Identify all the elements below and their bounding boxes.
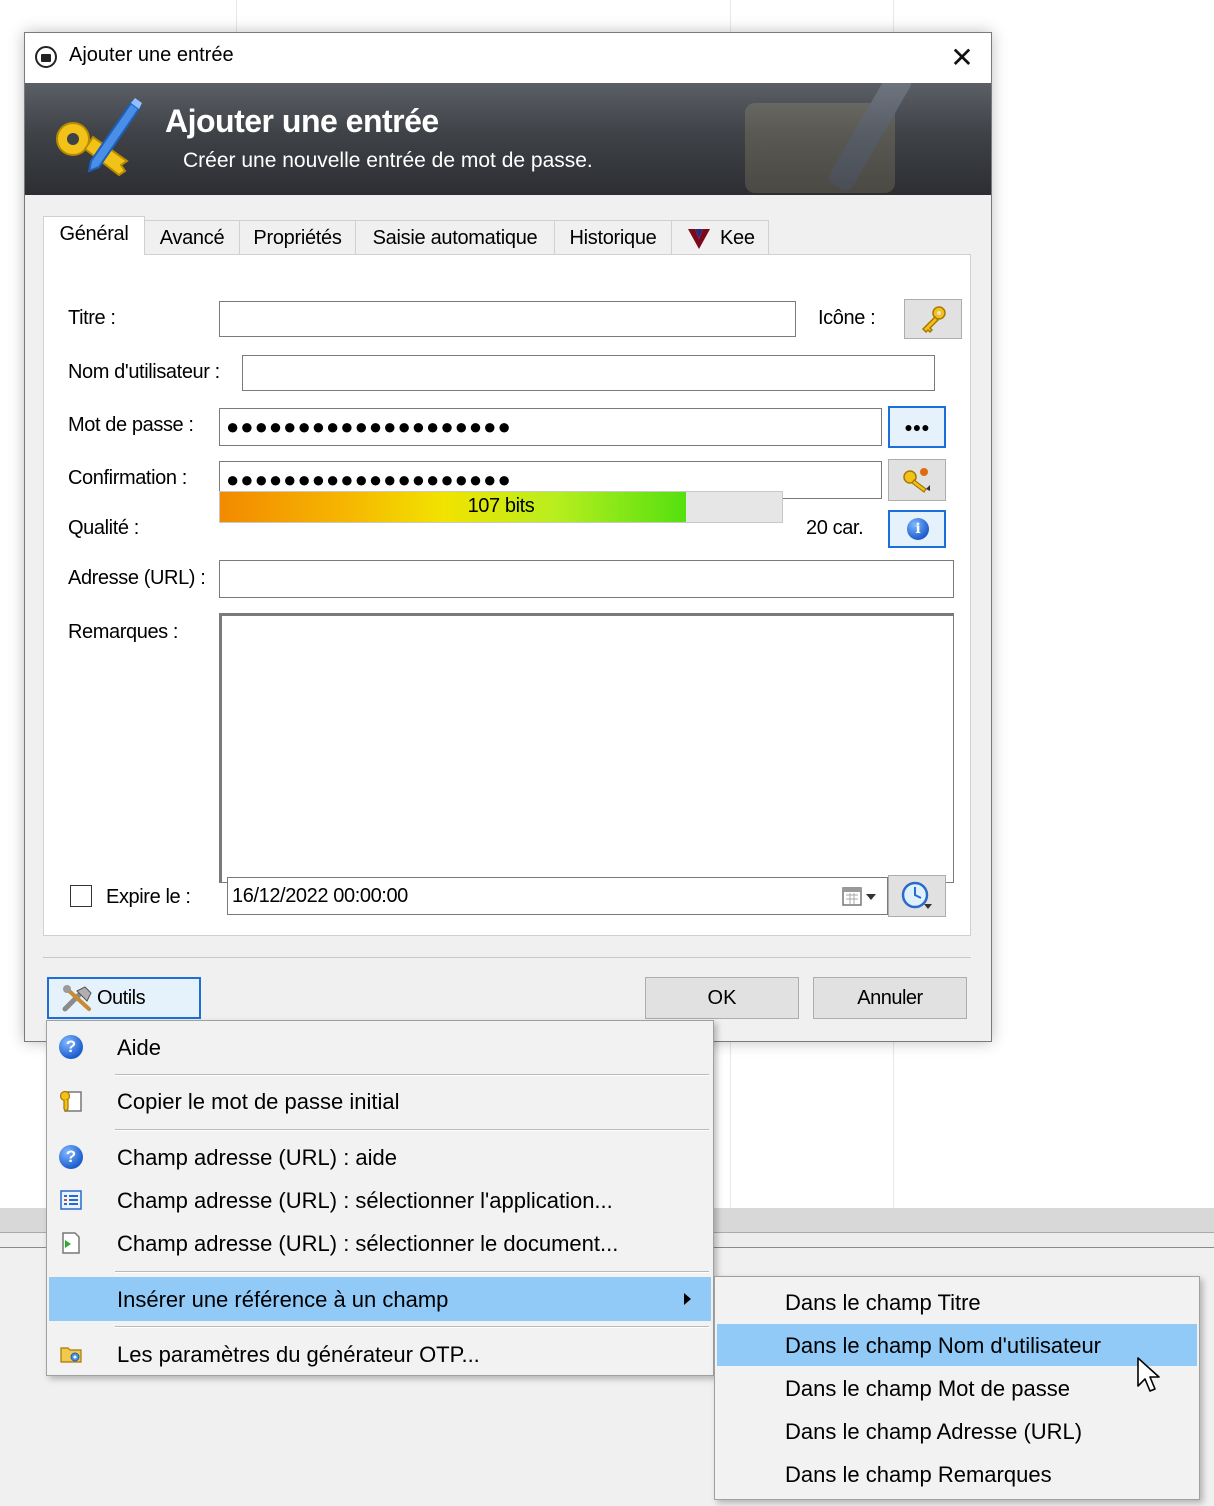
tab-general[interactable]: Général	[43, 216, 145, 255]
menu-item-label: Champ adresse (URL) : aide	[117, 1145, 398, 1170]
add-entry-dialog: Ajouter une entrée ✕ Ajouter une entrée …	[24, 32, 992, 1042]
char-count: 20 car.	[806, 517, 864, 539]
menu-item-label: Champ adresse (URL) : sélectionner le do…	[117, 1231, 619, 1256]
icon-picker-button[interactable]	[904, 299, 962, 339]
submenu-arrow-icon	[684, 1293, 691, 1305]
submenu-item-label: Dans le champ Titre	[785, 1290, 981, 1315]
expires-label: Expire le :	[106, 886, 191, 908]
quality-bits-text: 107 bits	[467, 495, 535, 517]
help-icon: ?	[59, 1035, 83, 1059]
username-label: Nom d'utilisateur :	[68, 361, 220, 383]
header-banner: Ajouter une entrée Créer une nouvelle en…	[25, 83, 991, 195]
submenu-item-url-field[interactable]: Dans le champ Adresse (URL)	[717, 1410, 1197, 1452]
banner-watermark-icon	[745, 83, 911, 193]
tools-context-menu: ? Aide Copier le mot de passe initial ? …	[46, 1020, 714, 1376]
clock-icon	[901, 881, 932, 909]
menu-separator	[115, 1129, 709, 1131]
tab-kee[interactable]: Kee	[671, 220, 769, 254]
banner-title: Ajouter une entrée	[165, 103, 439, 139]
general-panel: Titre : Icône : Nom d'utilisateur : Mot …	[43, 254, 971, 936]
menu-item-label: Les paramètres du générateur OTP...	[117, 1342, 480, 1367]
quality-label: Qualité :	[68, 517, 139, 539]
confirm-label: Confirmation :	[68, 467, 187, 489]
submenu-item-label: Dans le champ Mot de passe	[785, 1376, 1070, 1401]
title-label: Titre :	[68, 307, 116, 329]
help-icon: ?	[59, 1145, 83, 1169]
submenu-item-password-field[interactable]: Dans le champ Mot de passe	[717, 1367, 1197, 1409]
app-list-icon	[60, 1190, 82, 1210]
notes-textarea[interactable]	[219, 613, 954, 883]
submenu-item-label: Dans le champ Remarques	[785, 1462, 1052, 1487]
info-icon: i	[907, 518, 929, 540]
otp-settings-icon	[60, 1347, 82, 1363]
keepass-lock-icon	[35, 46, 57, 68]
icon-label: Icône :	[818, 307, 876, 329]
footer-separator	[43, 957, 971, 958]
copy-key-icon	[59, 1090, 82, 1112]
document-icon	[62, 1232, 80, 1254]
username-input[interactable]	[242, 355, 935, 391]
menu-item-url-select-document[interactable]: Champ adresse (URL) : sélectionner le do…	[49, 1221, 711, 1265]
title-input[interactable]	[219, 301, 796, 337]
submenu-item-title-field[interactable]: Dans le champ Titre	[717, 1281, 1197, 1323]
expiry-datetime-picker[interactable]: 16/12/2022 00:00:00	[227, 877, 888, 915]
expires-checkbox[interactable]	[70, 885, 92, 907]
notes-label: Remarques :	[68, 621, 179, 643]
tab-advanced[interactable]: Avancé	[144, 220, 240, 254]
expiry-presets-button[interactable]	[888, 875, 946, 917]
close-button[interactable]: ✕	[933, 33, 991, 83]
title-bar: Ajouter une entrée ✕	[25, 33, 991, 83]
submenu-item-label: Dans le champ Nom d'utilisateur	[785, 1333, 1102, 1358]
menu-separator	[115, 1074, 709, 1076]
password-input[interactable]: ●●●●●●●●●●●●●●●●●●●●	[219, 408, 882, 446]
confirm-mask: ●●●●●●●●●●●●●●●●●●●●	[226, 467, 512, 492]
menu-item-help[interactable]: ? Aide	[49, 1025, 711, 1069]
tools-button[interactable]: Outils	[47, 977, 201, 1019]
submenu-item-label: Dans le champ Adresse (URL)	[785, 1419, 1083, 1444]
url-input[interactable]	[219, 560, 954, 598]
url-label: Adresse (URL) :	[68, 567, 206, 589]
key-generator-icon	[903, 468, 930, 493]
tab-properties[interactable]: Propriétés	[239, 220, 356, 254]
tab-history[interactable]: Historique	[554, 220, 672, 254]
submenu-item-notes-field[interactable]: Dans le champ Remarques	[717, 1453, 1197, 1495]
ok-button[interactable]: OK	[645, 977, 799, 1019]
tools-button-label: Outils	[97, 987, 146, 1009]
key-pencil-icon	[56, 98, 142, 177]
calendar-dropdown-icon[interactable]	[841, 885, 881, 909]
window-title: Ajouter une entrée	[69, 44, 234, 66]
menu-separator	[115, 1271, 709, 1273]
menu-item-url-help[interactable]: ? Champ adresse (URL) : aide	[49, 1135, 711, 1179]
password-label: Mot de passe :	[68, 414, 194, 436]
password-generator-button[interactable]	[888, 459, 946, 501]
tab-kee-label: Kee	[720, 227, 755, 249]
menu-item-copy-initial-password[interactable]: Copier le mot de passe initial	[49, 1079, 711, 1123]
password-mask: ●●●●●●●●●●●●●●●●●●●●	[226, 414, 512, 439]
quality-info-button[interactable]: i	[888, 510, 946, 548]
menu-item-label: Aide	[117, 1035, 162, 1060]
expiry-value: 16/12/2022 00:00:00	[232, 885, 408, 907]
menu-item-label: Copier le mot de passe initial	[117, 1089, 400, 1114]
kee-logo-icon	[688, 229, 710, 249]
field-reference-submenu: Dans le champ Titre Dans le champ Nom d'…	[714, 1276, 1200, 1500]
tab-autotype[interactable]: Saisie automatique	[355, 220, 555, 254]
cancel-button[interactable]: Annuler	[813, 977, 967, 1019]
tools-icon	[62, 985, 92, 1012]
password-quality-bar: 107 bits	[219, 491, 783, 523]
menu-item-otp-settings[interactable]: Les paramètres du générateur OTP...	[49, 1332, 711, 1376]
mouse-cursor-icon	[1137, 1357, 1160, 1392]
banner-subtitle: Créer une nouvelle entrée de mot de pass…	[183, 149, 593, 172]
submenu-item-username-field[interactable]: Dans le champ Nom d'utilisateur	[717, 1324, 1197, 1366]
menu-item-label: Insérer une référence à un champ	[117, 1287, 449, 1312]
key-icon	[921, 306, 946, 334]
toggle-password-visibility-button[interactable]: ●●●	[888, 406, 946, 448]
menu-item-label: Champ adresse (URL) : sélectionner l'app…	[117, 1188, 613, 1213]
menu-separator	[115, 1326, 709, 1328]
menu-item-url-select-app[interactable]: Champ adresse (URL) : sélectionner l'app…	[49, 1178, 711, 1222]
menu-item-insert-field-reference[interactable]: Insérer une référence à un champ	[49, 1277, 711, 1321]
